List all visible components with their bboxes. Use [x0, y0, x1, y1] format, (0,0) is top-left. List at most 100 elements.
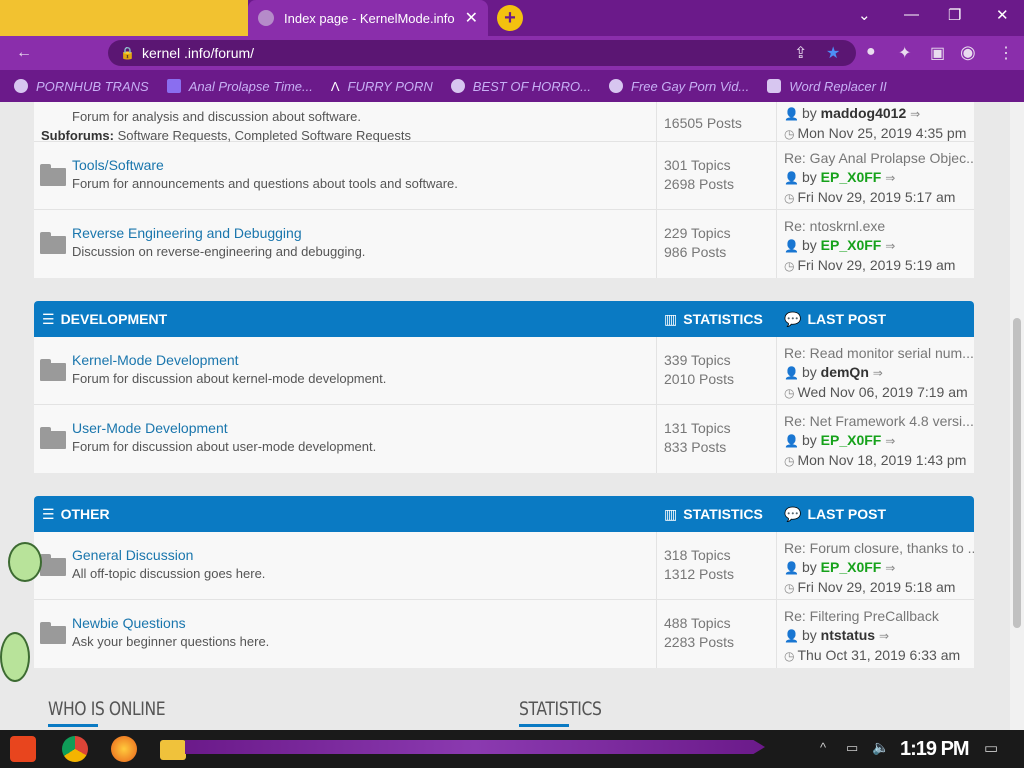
who-is-online-heading: WHO IS ONLINE — [48, 698, 166, 720]
forum-block-software: Forum for analysis and discussion about … — [34, 102, 974, 278]
tab-search-icon[interactable]: ⌄ — [858, 6, 871, 24]
profile-extension-icon[interactable]: ● — [866, 43, 876, 61]
last-post-title[interactable]: Re: Forum closure, thanks to ... — [784, 539, 974, 558]
clock-icon: ◷ — [784, 191, 795, 205]
close-window-button[interactable]: ✕ — [996, 6, 1009, 24]
browser-tab-active[interactable]: Index page - KernelMode.info ✕ — [248, 0, 488, 36]
network-icon[interactable]: ▭ — [846, 740, 858, 756]
omnibox[interactable]: 🔒 kernel .info/forum/ — [108, 40, 856, 66]
browser-tab-inactive[interactable] — [0, 0, 248, 36]
category-header: ☰ DEVELOPMENT ▥ STATISTICS 💬 LAST POST — [34, 301, 974, 337]
last-post-date: ◷ Mon Nov 18, 2019 1:43 pm — [784, 452, 967, 468]
clock-icon: ◷ — [784, 127, 795, 141]
last-post-date: ◷ Thu Oct 31, 2019 6:33 am — [784, 647, 961, 663]
last-post-author: 👤 by EP_X0FF ⇒ — [784, 169, 896, 185]
goto-post-icon[interactable]: ⇒ — [910, 107, 920, 121]
category-title[interactable]: ☰ DEVELOPMENT — [42, 311, 167, 328]
goto-post-icon[interactable]: ⇒ — [879, 629, 889, 643]
scrollbar-thumb[interactable] — [1013, 318, 1021, 628]
forum-description: Ask your beginner questions here. — [72, 634, 270, 649]
topics-count: 339 Topics — [664, 352, 731, 368]
taskbar-clock[interactable]: 1:19 PM — [900, 738, 970, 761]
minimize-button[interactable]: — — [904, 6, 919, 23]
user-icon: 👤 — [784, 434, 799, 448]
topics-count: 488 Topics — [664, 615, 731, 631]
bookmark-star-icon[interactable]: ★ — [826, 43, 840, 63]
forum-row: General Discussion All off-topic discuss… — [34, 532, 974, 600]
topics-count: 318 Topics — [664, 547, 731, 563]
last-post-date: ◷ Fri Nov 29, 2019 5:17 am — [784, 189, 956, 205]
forum-row: Kernel-Mode Development Forum for discus… — [34, 337, 974, 405]
bar-chart-icon: ▥ — [664, 310, 678, 327]
restore-button[interactable]: ❐ — [948, 6, 961, 24]
forum-row: Forum for analysis and discussion about … — [34, 102, 974, 143]
forum-title-link[interactable]: Tools/Software — [72, 156, 656, 174]
file-explorer-icon[interactable] — [160, 740, 186, 760]
firefox-app-icon[interactable] — [111, 736, 137, 762]
bookmark-item[interactable]: BEST OF HORRO... — [450, 79, 591, 94]
last-post-author: 👤 by EP_X0FF ⇒ — [784, 432, 896, 448]
last-post-title[interactable]: Re: ntoskrnl.exe — [784, 217, 974, 236]
goto-post-icon[interactable]: ⇒ — [885, 561, 895, 575]
volume-icon[interactable]: 🔈 — [872, 739, 889, 756]
user-icon: 👤 — [784, 171, 799, 185]
sticker-character — [8, 542, 42, 582]
comments-icon: 💬 — [784, 310, 802, 327]
bookmark-item[interactable]: Λ FURRY PORN — [331, 79, 433, 95]
page-scrollbar[interactable] — [1010, 102, 1024, 730]
category-title[interactable]: ☰ OTHER — [42, 506, 110, 523]
notifications-icon[interactable]: ▭ — [984, 739, 998, 757]
sidepanel-icon[interactable]: ▣ — [930, 43, 945, 63]
clock-icon: ◷ — [784, 259, 795, 273]
clock-icon: ◷ — [784, 581, 795, 595]
forum-title-link[interactable]: General Discussion — [72, 546, 656, 564]
share-icon[interactable]: ⇪ — [794, 43, 807, 63]
bookmark-item[interactable]: Word Replacer II — [767, 79, 887, 94]
last-post-title[interactable]: Re: Filtering PreCallback — [784, 607, 974, 626]
bookmark-item[interactable]: Anal Prolapse Time... — [166, 79, 313, 94]
tray-chevron-icon[interactable]: ^ — [820, 740, 826, 755]
clock-icon: ◷ — [784, 649, 795, 663]
last-post-title[interactable]: Re: Net Framework 4.8 versi... — [784, 412, 974, 431]
globe-icon — [14, 79, 28, 93]
back-icon[interactable]: ← — [16, 44, 32, 62]
menu-kebab-icon[interactable]: ⋮ — [998, 43, 1014, 63]
forum-page: Forum for analysis and discussion about … — [0, 102, 1010, 730]
account-avatar-icon[interactable]: ◉ — [960, 42, 976, 63]
forum-title-link[interactable]: User-Mode Development — [72, 419, 656, 437]
last-post-title[interactable]: Re: Read monitor serial num... — [784, 344, 974, 363]
bookmark-icon — [166, 79, 181, 93]
extensions-icon[interactable]: ✦ — [898, 43, 911, 63]
category-header: ☰ OTHER ▥ STATISTICS 💬 LAST POST — [34, 496, 974, 532]
forum-title-link[interactable]: Reverse Engineering and Debugging — [72, 224, 656, 242]
forum-title-link[interactable]: Newbie Questions — [72, 614, 656, 632]
forum-title-link[interactable]: Kernel-Mode Development — [72, 351, 656, 369]
posts-count: 986 Posts — [664, 244, 727, 260]
list-icon: ☰ — [42, 505, 55, 522]
start-button-icon[interactable] — [10, 736, 36, 762]
chrome-app-icon[interactable] — [62, 736, 88, 762]
user-icon: 👤 — [784, 629, 799, 643]
posts-count: 1312 Posts — [664, 566, 735, 582]
last-post-author: 👤 by ntstatus ⇒ — [784, 627, 890, 643]
last-post-title[interactable]: Re: Gay Anal Prolapse Objec... — [784, 149, 974, 168]
bookmark-item[interactable]: PORNHUB TRANS — [14, 79, 149, 94]
bookmark-item[interactable]: Free Gay Porn Vid... — [609, 79, 749, 94]
posts-count: 833 Posts — [664, 439, 727, 455]
user-icon: 👤 — [784, 561, 799, 575]
last-post-author: 👤 by EP_X0FF ⇒ — [784, 237, 896, 253]
last-post-column-header: 💬 LAST POST — [784, 310, 886, 328]
goto-post-icon[interactable]: ⇒ — [885, 239, 895, 253]
user-icon: 👤 — [784, 107, 799, 121]
tab-close-icon[interactable]: ✕ — [465, 8, 478, 28]
tab-title: Index page - KernelMode.info — [284, 10, 455, 26]
goto-post-icon[interactable]: ⇒ — [885, 434, 895, 448]
goto-post-icon[interactable]: ⇒ — [885, 171, 895, 185]
last-post-date: ◷ Mon Nov 25, 2019 4:35 pm — [784, 125, 967, 141]
forum-block-other: ☰ OTHER ▥ STATISTICS 💬 LAST POST General Di… — [34, 496, 974, 668]
clock-icon: ◷ — [784, 386, 795, 400]
last-post-author: 👤 by demQn ⇒ — [784, 364, 883, 380]
user-icon: 👤 — [784, 366, 799, 380]
new-tab-button[interactable]: + — [497, 5, 523, 31]
goto-post-icon[interactable]: ⇒ — [873, 366, 883, 380]
